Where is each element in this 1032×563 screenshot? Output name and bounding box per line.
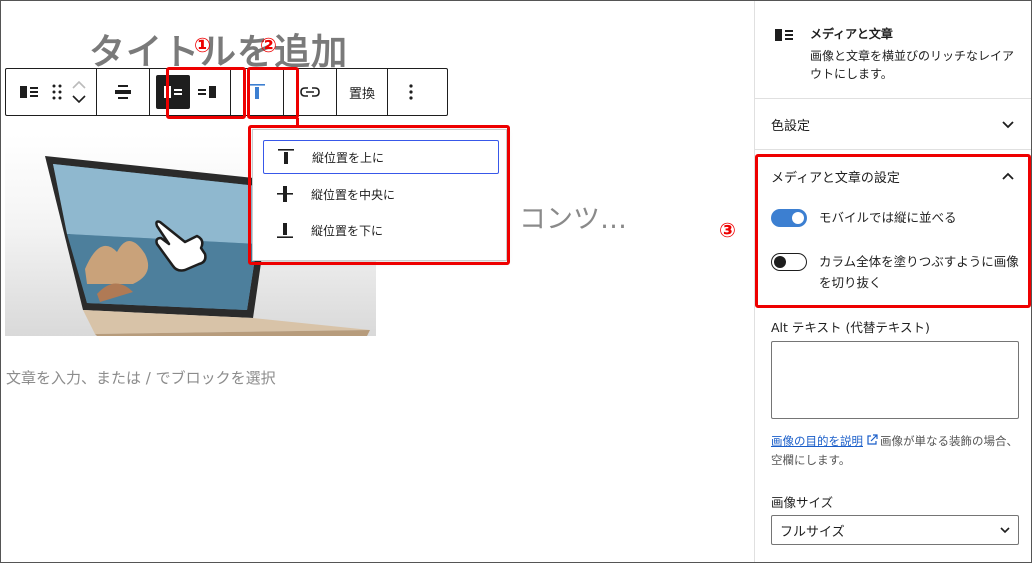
external-link-icon bbox=[867, 434, 878, 445]
settings-sidebar: メディアと文章 画像と文章を横並びのリッチなレイアウトにします。 色設定 メディ… bbox=[754, 1, 1031, 562]
move-up-icon[interactable] bbox=[72, 81, 86, 89]
media-text-placeholder[interactable]: コンツ… bbox=[519, 197, 627, 236]
move-down-icon[interactable] bbox=[72, 95, 86, 103]
block-card: メディアと文章 画像と文章を横並びのリッチなレイアウトにします。 bbox=[755, 1, 1031, 99]
toolbar-group-align bbox=[97, 69, 150, 115]
selected-value: フルサイズ bbox=[780, 524, 845, 540]
chevron-down-icon bbox=[1000, 526, 1010, 533]
toolbar-group-replace: 置換 bbox=[337, 69, 389, 115]
alt-help: 画像の目的を説明 画像が単なる装飾の場合、空欄にします。 bbox=[771, 432, 1019, 470]
annotation-marker-1: ① bbox=[194, 33, 211, 57]
media-text-icon bbox=[775, 27, 793, 46]
more-options-icon[interactable] bbox=[394, 75, 428, 109]
panel-title: 色設定 bbox=[771, 119, 811, 134]
annotation-box-3 bbox=[755, 154, 1031, 308]
paragraph-placeholder[interactable]: 文章を入力、または / でブロックを選択 bbox=[6, 367, 276, 388]
annotation-box-menu bbox=[248, 125, 510, 265]
image-size-label: 画像サイズ bbox=[771, 495, 834, 510]
chevron-down-icon bbox=[1002, 120, 1014, 128]
media-text-block-icon[interactable] bbox=[12, 75, 46, 109]
annotation-box-1 bbox=[166, 67, 246, 119]
replace-button[interactable]: 置換 bbox=[343, 75, 381, 109]
alt-text-input[interactable] bbox=[771, 341, 1019, 419]
toolbar-group-block bbox=[6, 69, 97, 115]
alt-help-link[interactable]: 画像の目的を説明 bbox=[771, 434, 863, 448]
alt-text-label: Alt テキスト (代替テキスト) bbox=[771, 320, 930, 335]
block-mover bbox=[68, 75, 90, 109]
align-center-icon[interactable] bbox=[103, 75, 143, 109]
color-settings-panel[interactable]: 色設定 bbox=[755, 100, 1031, 150]
block-description: 画像と文章を横並びのリッチなレイアウトにします。 bbox=[810, 49, 1015, 81]
annotation-marker-2: ② bbox=[260, 33, 277, 57]
image-size-select[interactable]: フルサイズ bbox=[771, 515, 1019, 545]
editor-canvas: タイトルを追加 コンツ… 文章を入力、または / でブロックを選択 置換 縦位置… bbox=[1, 1, 753, 562]
annotation-marker-3: ③ bbox=[719, 218, 736, 242]
annotation-box-2 bbox=[247, 67, 299, 119]
toolbar-group-options bbox=[388, 69, 434, 115]
block-title: メディアと文章 bbox=[810, 27, 893, 41]
drag-handle-icon[interactable] bbox=[46, 75, 68, 109]
